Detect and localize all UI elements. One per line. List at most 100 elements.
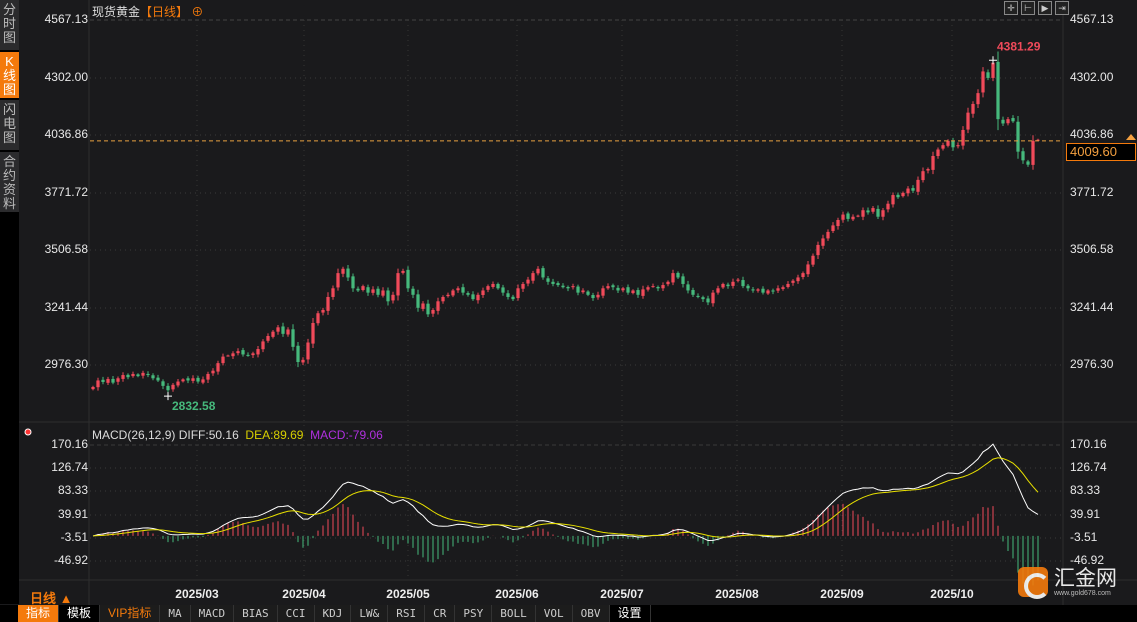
candle-body	[346, 268, 350, 278]
candle-body	[726, 284, 730, 287]
indicator-tab-cci[interactable]: CCI	[277, 605, 315, 622]
candle-body	[976, 93, 980, 105]
indicator-bar: 指标 模板 VIP指标 MA MACD BIAS CCI KDJ LW& RSI CR PSY BOLL…	[0, 605, 1137, 622]
logo-name: 汇金网	[1054, 566, 1117, 590]
candle-body	[651, 286, 655, 288]
candle-body	[356, 288, 360, 291]
candle-body	[716, 288, 720, 293]
month-label: 2025/05	[386, 587, 430, 601]
indicator-tab-设置[interactable]: 设置	[609, 605, 651, 622]
candle-body	[456, 288, 460, 291]
indicator-tab-cr[interactable]: CR	[425, 605, 456, 622]
candle-body	[366, 287, 370, 293]
candle-body	[181, 379, 185, 382]
candle-body	[966, 112, 970, 130]
candle-body	[871, 208, 875, 212]
candle-body	[896, 194, 900, 198]
indicator-tab-boll[interactable]: BOLL	[492, 605, 536, 622]
indicator-tab-ma[interactable]: MA	[160, 605, 191, 622]
candle-body	[481, 290, 485, 296]
max-price-label: 4381.29	[997, 39, 1041, 53]
candle-body	[756, 289, 760, 291]
macd-tick-right: -46.92	[1070, 553, 1105, 567]
candle-body	[621, 288, 625, 291]
candle-body	[101, 379, 105, 382]
macd-tick-left: 126.74	[51, 460, 88, 474]
candle-body	[521, 283, 525, 289]
candle-body	[111, 378, 115, 383]
logo-url: www.gold678.com	[1054, 589, 1111, 597]
candle-body	[281, 326, 285, 334]
candle-body	[991, 62, 995, 78]
candle-body	[576, 286, 580, 293]
candle-body	[351, 276, 355, 289]
candle-body	[231, 353, 235, 357]
candle-body	[376, 288, 380, 295]
indicator-tab-macd[interactable]: MACD	[190, 605, 235, 622]
candle-body	[476, 294, 480, 301]
candle-body	[486, 286, 490, 290]
candle-body	[811, 255, 815, 265]
price-tick-left: 3771.72	[44, 185, 88, 199]
candles	[91, 51, 1040, 397]
indicator-tab-kdj[interactable]: KDJ	[314, 605, 352, 622]
month-label: 2025/03	[175, 587, 219, 601]
indicator-tab-指标[interactable]: 指标	[18, 605, 60, 622]
candle-body	[211, 370, 215, 374]
candle-body	[546, 278, 550, 282]
candle-body	[541, 268, 545, 278]
candle-body	[761, 288, 765, 293]
indicator-tab-obv[interactable]: OBV	[572, 605, 610, 622]
candle-body	[841, 214, 845, 220]
chart-canvas[interactable]: 4381.29 2832.58	[0, 0, 1137, 605]
candle-body	[721, 283, 725, 288]
candle-body	[146, 373, 150, 376]
candle-body	[1001, 119, 1005, 124]
price-tick-right: 3241.44	[1070, 300, 1114, 314]
price-tick-right: 4302.00	[1070, 70, 1114, 84]
candle-body	[836, 219, 840, 227]
candle-body	[856, 215, 860, 217]
candle-body	[91, 386, 95, 390]
candle-body	[156, 377, 160, 381]
candle-body	[531, 273, 535, 281]
indicator-tab-vol[interactable]: VOL	[535, 605, 573, 622]
indicator-tab-lw&[interactable]: LW&	[351, 605, 389, 622]
candle-body	[326, 296, 330, 311]
candle-body	[241, 350, 245, 355]
max-marker	[989, 56, 997, 65]
candle-body	[886, 203, 890, 210]
candle-body	[516, 288, 520, 299]
zoom-left-icon[interactable]: ⊢	[1021, 1, 1035, 15]
indicator-tab-vip指标[interactable]: VIP指标	[100, 605, 161, 622]
candle-body	[526, 279, 530, 284]
candle-body	[916, 179, 920, 192]
candle-body	[96, 380, 100, 388]
circle-plus-icon[interactable]: ⊕	[191, 5, 203, 19]
candle-body	[666, 281, 670, 285]
price-tick-left: 4567.13	[44, 12, 88, 26]
candle-body	[491, 283, 495, 287]
candle-body	[936, 149, 940, 157]
indicator-tab-模板[interactable]: 模板	[59, 605, 101, 622]
indicator-tab-rsi[interactable]: RSI	[388, 605, 426, 622]
jump-end-icon[interactable]: ⇥	[1055, 1, 1069, 15]
candle-body	[261, 341, 265, 350]
play-right-icon[interactable]: ▶	[1038, 1, 1052, 15]
candle-body	[276, 327, 280, 332]
candle-body	[496, 283, 500, 289]
candle-body	[891, 195, 895, 205]
crosshair-icon[interactable]: ✛	[1004, 1, 1018, 15]
macd-tick-right: 83.33	[1070, 483, 1101, 497]
candle-body	[971, 103, 975, 114]
indicator-tab-psy[interactable]: PSY	[455, 605, 493, 622]
candle-body	[116, 378, 120, 382]
candle-body	[596, 294, 600, 298]
indicator-tab-bias[interactable]: BIAS	[234, 605, 278, 622]
candle-body	[636, 290, 640, 295]
candle-body	[266, 336, 270, 341]
min-price-label: 2832.58	[172, 399, 216, 413]
watermark-logo: 汇金网 www.gold678.com	[1018, 566, 1117, 599]
candle-body	[226, 355, 230, 357]
candle-body	[316, 313, 320, 324]
